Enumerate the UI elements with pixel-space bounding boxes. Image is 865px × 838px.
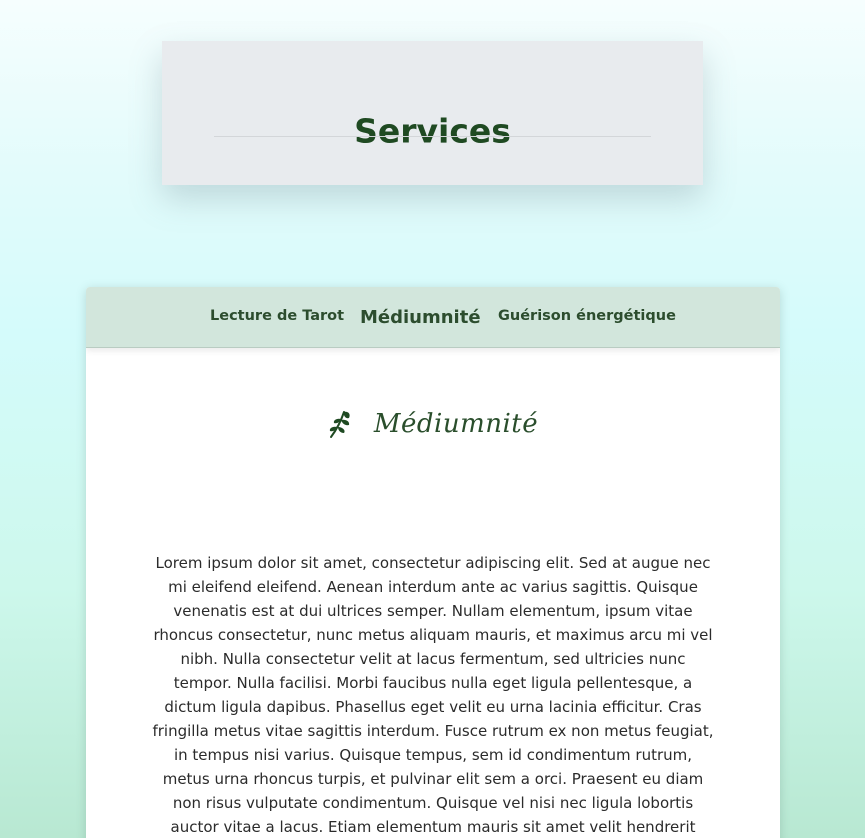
section-body-text: Lorem ipsum dolor sit amet, consectetur … xyxy=(152,554,714,836)
section-title: Médiumnité xyxy=(373,409,539,439)
tab-lecture-de-tarot[interactable]: Lecture de Tarot xyxy=(210,287,344,347)
section-heading: Médiumnité xyxy=(86,409,780,449)
title-divider xyxy=(214,136,651,137)
hero-card: Services xyxy=(162,41,703,185)
leaf-branch-icon xyxy=(328,409,354,439)
page-title: Services xyxy=(354,111,511,151)
tabs-bar: Lecture de Tarot Médiumnité Guérison éne… xyxy=(86,287,780,348)
tab-guerison-energetique[interactable]: Guérison énergétique xyxy=(498,287,676,347)
tab-mediumnite[interactable]: Médiumnité xyxy=(360,287,481,347)
services-card: Lecture de Tarot Médiumnité Guérison éne… xyxy=(86,287,780,838)
